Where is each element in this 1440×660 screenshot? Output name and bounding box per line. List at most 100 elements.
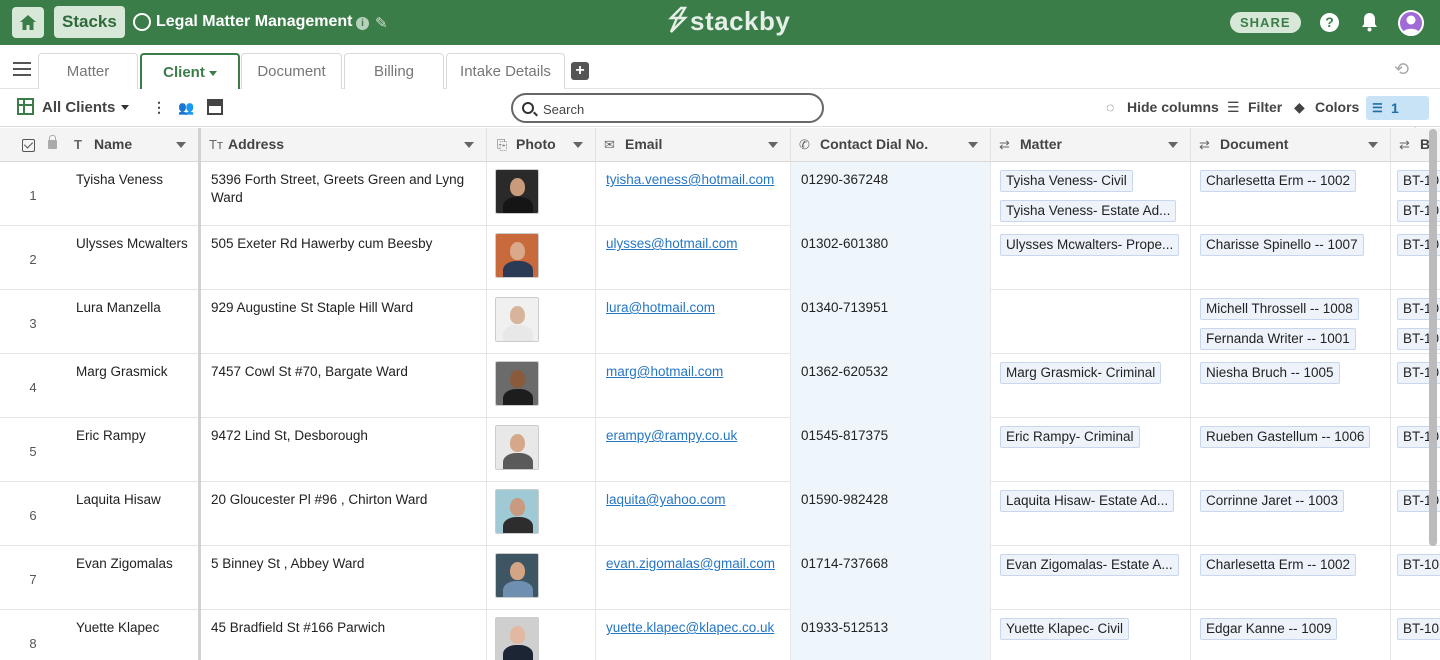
info-icon[interactable]: i [356, 17, 369, 30]
cell-phone[interactable]: 01290-367248 [791, 162, 991, 226]
linked-record-chip[interactable]: Charlesetta Erm -- 1002 [1200, 170, 1357, 192]
history-icon[interactable]: ⟲ [1394, 59, 1409, 80]
email-link[interactable]: erampy@rampy.co.uk [606, 428, 737, 443]
linked-record-chip[interactable]: Marg Grasmick- Criminal [1000, 362, 1162, 384]
cell-matter[interactable] [991, 290, 1191, 354]
cell-phone[interactable]: 01590-982428 [791, 482, 991, 546]
linked-record-chip[interactable]: Charlesetta Erm -- 1002 [1200, 554, 1357, 576]
cell-name[interactable]: Ulysses Mcwalters [66, 226, 199, 290]
cell-photo[interactable] [487, 418, 596, 482]
chevron-down-icon[interactable] [121, 105, 129, 110]
chevron-down-icon[interactable] [573, 142, 583, 148]
cell-address[interactable]: 45 Bradfield St #166 Parwich [201, 610, 487, 660]
table-row[interactable]: 1 Tyisha Veness 5396 Forth Street, Greets … [0, 162, 1440, 226]
client-photo[interactable] [495, 297, 539, 342]
client-photo[interactable] [495, 617, 539, 660]
cell-document[interactable]: Charlesetta Erm -- 1002 [1191, 546, 1391, 610]
add-table-button[interactable]: + [571, 62, 589, 80]
help-icon[interactable]: ? [1320, 13, 1339, 32]
linked-record-chip[interactable]: Tyisha Veness- Civil [1000, 170, 1133, 192]
view-switcher[interactable]: All Clients [42, 99, 115, 116]
home-button[interactable] [12, 7, 44, 38]
cell-address[interactable]: 5396 Forth Street, Greets Green and Lyng… [201, 162, 487, 226]
linked-record-chip[interactable]: Edgar Kanne -- 1009 [1200, 618, 1338, 640]
column-header-phone[interactable]: ✆ Contact Dial No. [791, 128, 991, 162]
cell-matter[interactable]: Evan Zigomalas- Estate A... [991, 546, 1191, 610]
cell-name[interactable]: Lura Manzella [66, 290, 199, 354]
table-row[interactable]: 3 Lura Manzella 929 Augustine St Staple Hi… [0, 290, 1440, 354]
linked-record-chip[interactable]: Niesha Bruch -- 1005 [1200, 362, 1340, 384]
linked-record-chip[interactable]: Evan Zigomalas- Estate A... [1000, 554, 1179, 576]
vertical-scrollbar[interactable] [1429, 129, 1437, 546]
client-photo[interactable] [495, 361, 539, 406]
linked-record-chip[interactable]: Fernanda Writer -- 1001 [1200, 328, 1356, 350]
table-row[interactable]: 2 Ulysses Mcwalters 505 Exeter Rd Hawerby … [0, 226, 1440, 290]
table-row[interactable]: 8 Yuette Klapec 45 Bradfield St #166 Parwi… [0, 610, 1440, 660]
column-header-photo[interactable]: ⎘ Photo [487, 128, 596, 162]
share-button[interactable]: SHARE [1230, 12, 1301, 33]
linked-record-chip[interactable]: BT-10 [1397, 554, 1440, 576]
linked-record-chip[interactable]: Yuette Klapec- Civil [1000, 618, 1130, 640]
table-row[interactable]: 5 Eric Rampy 9472 Lind St, Desborough eramp… [0, 418, 1440, 482]
cell-matter[interactable]: Laquita Hisaw- Estate Ad... [991, 482, 1191, 546]
cell-photo[interactable] [487, 162, 596, 226]
more-options-icon[interactable]: ⋮ [152, 99, 166, 116]
client-photo[interactable] [495, 169, 539, 214]
cell-name[interactable]: Marg Grasmick [66, 354, 199, 418]
cell-phone[interactable]: 01545-817375 [791, 418, 991, 482]
tab-matter[interactable]: Matter [38, 53, 138, 89]
cell-address[interactable]: 505 Exeter Rd Hawerby cum Beesby [201, 226, 487, 290]
cell-document[interactable]: Charisse Spinello -- 1007 [1191, 226, 1391, 290]
chevron-down-icon[interactable] [968, 142, 978, 148]
edit-pencil-icon[interactable]: ✎ [375, 14, 388, 32]
cell-phone[interactable]: 01340-713951 [791, 290, 991, 354]
email-link[interactable]: laquita@yahoo.com [606, 492, 726, 507]
linked-record-chip[interactable]: BT-10 [1397, 618, 1440, 640]
chevron-down-icon[interactable] [1368, 142, 1378, 148]
cell-email[interactable]: marg@hotmail.com [596, 354, 791, 418]
cell-photo[interactable] [487, 354, 596, 418]
cell-billing[interactable]: BT-10 [1391, 546, 1440, 610]
linked-record-chip[interactable]: Charisse Spinello -- 1007 [1200, 234, 1364, 256]
tab-intake-details[interactable]: Intake Details [446, 53, 565, 89]
cell-name[interactable]: Eric Rampy [66, 418, 199, 482]
cell-address[interactable]: 929 Augustine St Staple Hill Ward [201, 290, 487, 354]
email-link[interactable]: yuette.klapec@klapec.co.uk [606, 620, 774, 635]
cell-address[interactable]: 7457 Cowl St #70, Bargate Ward [201, 354, 487, 418]
cell-address[interactable]: 20 Gloucester Pl #96 , Chirton Ward [201, 482, 487, 546]
cell-document[interactable]: Michell Throssell -- 1008 Fernanda Writer… [1191, 290, 1391, 354]
cell-email[interactable]: laquita@yahoo.com [596, 482, 791, 546]
linked-record-chip[interactable]: Ulysses Mcwalters- Prope... [1000, 234, 1180, 256]
cell-photo[interactable] [487, 482, 596, 546]
stacks-button[interactable]: Stacks [54, 6, 125, 38]
cell-billing[interactable]: BT-10 [1391, 610, 1440, 660]
cell-document[interactable]: Charlesetta Erm -- 1002 [1191, 162, 1391, 226]
cell-matter[interactable]: Ulysses Mcwalters- Prope... [991, 226, 1191, 290]
cell-phone[interactable]: 01362-620532 [791, 354, 991, 418]
table-row[interactable]: 6 Laquita Hisaw 20 Gloucester Pl #96 , Chi… [0, 482, 1440, 546]
cell-document[interactable]: Corrinne Jaret -- 1003 [1191, 482, 1391, 546]
cell-photo[interactable] [487, 290, 596, 354]
linked-record-chip[interactable]: Rueben Gastellum -- 1006 [1200, 426, 1371, 448]
column-header-name[interactable]: T Name [66, 128, 199, 162]
table-row[interactable]: 7 Evan Zigomalas 5 Binney St , Abbey Ward e… [0, 546, 1440, 610]
collaborators-icon[interactable]: 👥 [178, 100, 194, 116]
filter-button[interactable]: Filter [1248, 99, 1282, 115]
chevron-down-icon[interactable] [1168, 142, 1178, 148]
cell-matter[interactable]: Yuette Klapec- Civil [991, 610, 1191, 660]
linked-record-chip[interactable]: Laquita Hisaw- Estate Ad... [1000, 490, 1175, 512]
cell-photo[interactable] [487, 226, 596, 290]
search-input[interactable] [543, 100, 813, 118]
cell-document[interactable]: Niesha Bruch -- 1005 [1191, 354, 1391, 418]
select-all-checkbox[interactable] [22, 139, 35, 152]
linked-record-chip[interactable]: Corrinne Jaret -- 1003 [1200, 490, 1345, 512]
client-photo[interactable] [495, 489, 539, 534]
tab-billing[interactable]: Billing [344, 53, 444, 89]
chevron-down-icon[interactable] [768, 142, 778, 148]
cell-email[interactable]: erampy@rampy.co.uk [596, 418, 791, 482]
cell-matter[interactable]: Tyisha Veness- Civil Tyisha Veness- Estat… [991, 162, 1191, 226]
column-header-matter[interactable]: ⇄ Matter [991, 128, 1191, 162]
cell-email[interactable]: tyisha.veness@hotmail.com [596, 162, 791, 226]
cell-name[interactable]: Yuette Klapec [66, 610, 199, 660]
chevron-down-icon[interactable] [176, 142, 186, 148]
